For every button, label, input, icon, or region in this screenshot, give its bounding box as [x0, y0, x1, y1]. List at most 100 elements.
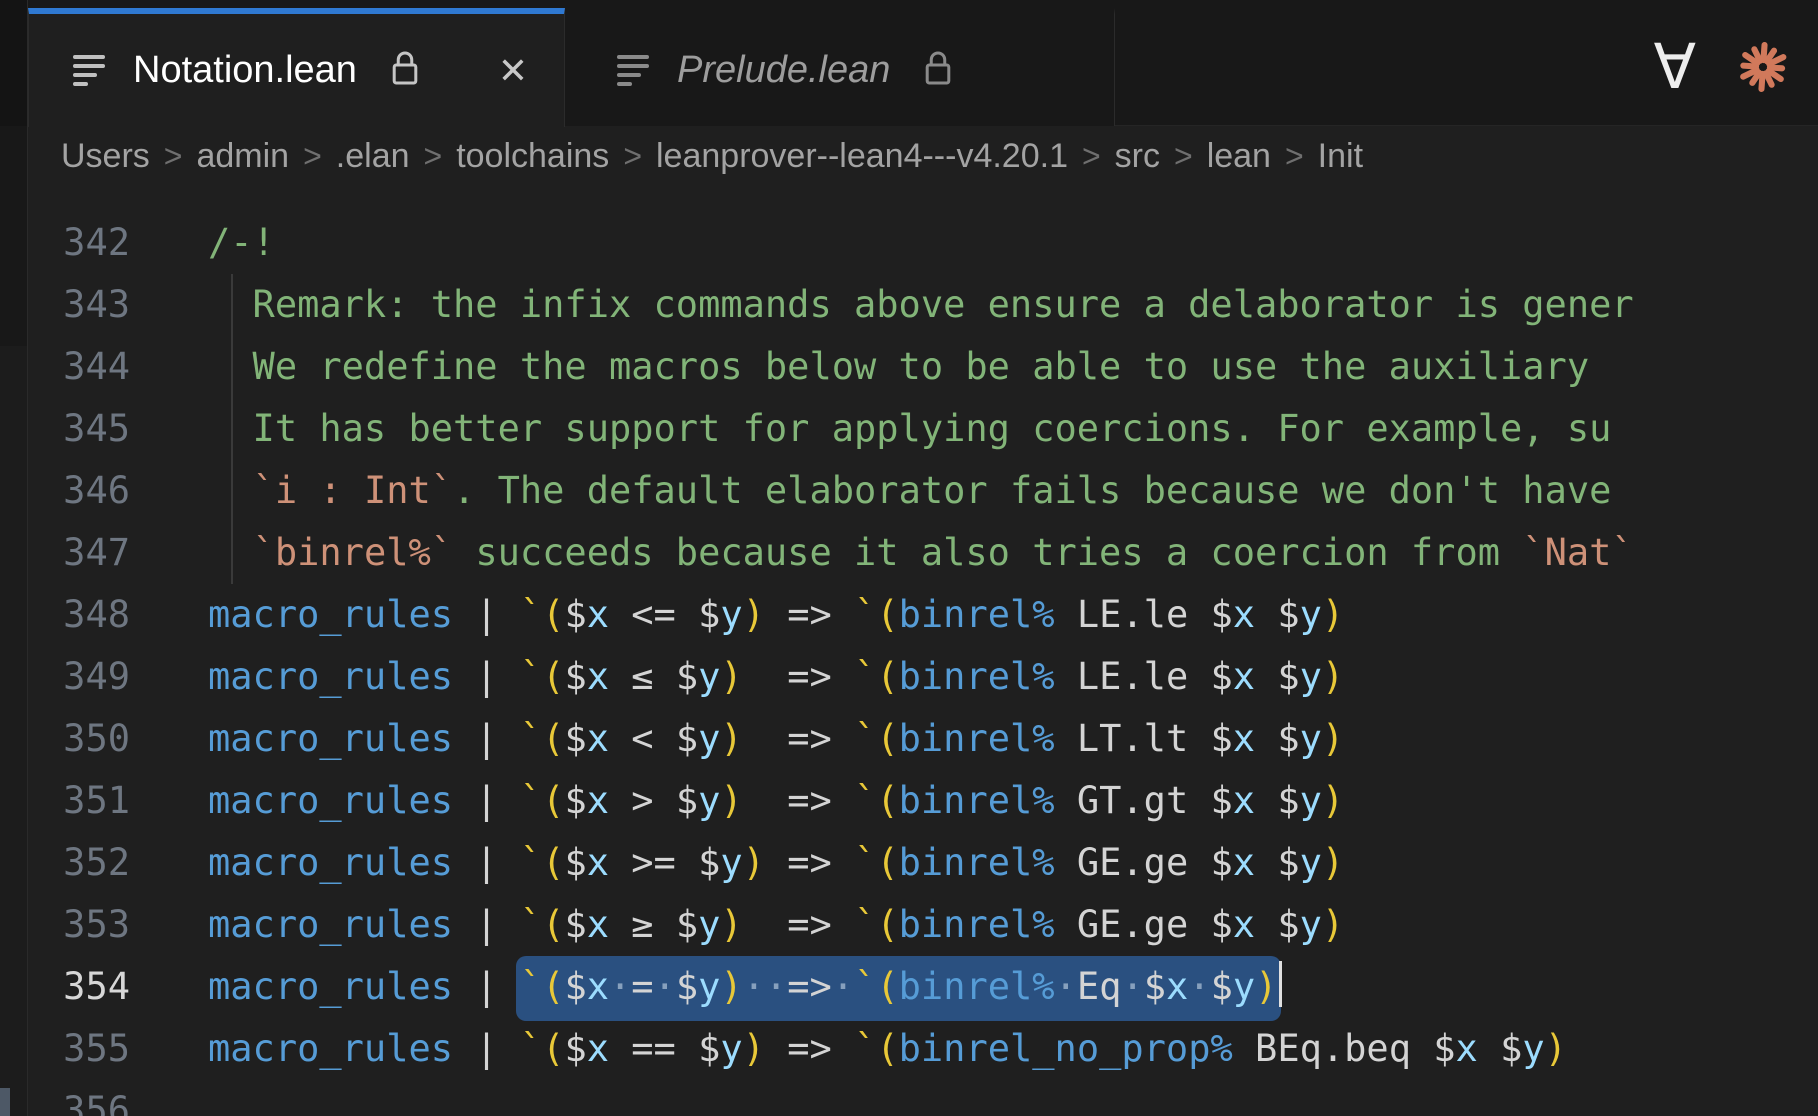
- line-number[interactable]: 350: [28, 708, 130, 770]
- token: y: [1233, 965, 1255, 1008]
- breadcrumb-item[interactable]: lean: [1207, 137, 1271, 176]
- code-line-352[interactable]: 352macro_rules | `($x >= $y) => `(binrel…: [28, 832, 1818, 894]
- code-line-347[interactable]: 347 `binrel%` succeeds because it also t…: [28, 522, 1818, 584]
- token: x: [587, 655, 609, 698]
- code-line-content: Remark: the infix commands above ensure …: [208, 274, 1634, 336]
- line-number[interactable]: 347: [28, 522, 130, 584]
- code-line-346[interactable]: 346 `i : Int`. The default elaborator fa…: [28, 460, 1818, 522]
- code-line-345[interactable]: 345 It has better support for applying c…: [28, 398, 1818, 460]
- code-line-content: macro_rules | `($x·=·$y)··=>·`(binrel%·E…: [208, 956, 1282, 1018]
- token: We redefine the macros below to be able …: [208, 345, 1611, 388]
- code-line-354[interactable]: 354macro_rules | `($x·=·$y)··=>·`(binrel…: [28, 956, 1818, 1018]
- code-line-353[interactable]: 353macro_rules | `($x ≥ $y) => `(binrel%…: [28, 894, 1818, 956]
- token: |: [453, 965, 520, 1008]
- line-number[interactable]: 349: [28, 646, 130, 708]
- breadcrumb-item[interactable]: Init: [1318, 137, 1363, 176]
- code-line-349[interactable]: 349macro_rules | `($x ≤ $y) => `(binrel%…: [28, 646, 1818, 708]
- code-line-content: `i : Int`. The default elaborator fails …: [208, 460, 1611, 522]
- line-number[interactable]: 345: [28, 398, 130, 460]
- code-line-342[interactable]: 342/-!: [28, 212, 1818, 274]
- token: GE.ge: [1055, 903, 1211, 946]
- line-number[interactable]: 346: [28, 460, 130, 522]
- token: binrel%: [899, 903, 1055, 946]
- token: $: [1277, 655, 1299, 698]
- line-number[interactable]: 352: [28, 832, 130, 894]
- code-line-355[interactable]: 355macro_rules | `($x == $y) => `(binrel…: [28, 1018, 1818, 1080]
- starburst-icon[interactable]: [1734, 38, 1792, 96]
- token: LT.lt: [1055, 717, 1211, 760]
- token: y: [698, 965, 720, 1008]
- line-number[interactable]: 354: [28, 956, 130, 1018]
- chevron-right-icon: >: [1285, 138, 1304, 175]
- token: ): [1322, 717, 1344, 760]
- token: [1255, 717, 1277, 760]
- token: x: [1233, 655, 1255, 698]
- token: x: [1233, 903, 1255, 946]
- token: x: [587, 841, 609, 884]
- token: `(: [520, 593, 565, 636]
- token: `(: [520, 841, 565, 884]
- breadcrumb-item[interactable]: leanprover--lean4---v4.20.1: [656, 137, 1068, 176]
- breadcrumb-item[interactable]: src: [1115, 137, 1160, 176]
- line-number[interactable]: 351: [28, 770, 130, 832]
- chevron-right-icon: >: [1082, 138, 1101, 175]
- token: $: [1500, 1027, 1522, 1070]
- text-cursor: [1279, 961, 1282, 1007]
- token: Remark: the infix commands above ensure …: [208, 283, 1634, 326]
- line-number[interactable]: 356: [28, 1080, 130, 1116]
- token: x: [587, 779, 609, 822]
- tab-notation-lean[interactable]: Notation.lean ✕: [28, 8, 565, 127]
- breadcrumb-item[interactable]: toolchains: [456, 137, 609, 176]
- breadcrumb-item[interactable]: Users: [61, 137, 150, 176]
- token: ·: [1055, 965, 1077, 1008]
- line-number[interactable]: 353: [28, 894, 130, 956]
- token: Eq: [1077, 965, 1122, 1008]
- line-number[interactable]: 343: [28, 274, 130, 336]
- token: macro_rules: [208, 593, 453, 636]
- token: |: [453, 593, 520, 636]
- token: [1255, 593, 1277, 636]
- token: `(: [854, 1027, 899, 1070]
- token: <: [609, 717, 676, 760]
- file-icon: [73, 51, 109, 91]
- token: =: [631, 965, 653, 1008]
- token: $: [564, 965, 586, 1008]
- selection-highlight: `($x·=·$y)··=>·`(binrel%·Eq·$x·$y): [516, 956, 1282, 1021]
- code-editor[interactable]: 342/-!343 Remark: the infix commands abo…: [28, 186, 1818, 1116]
- code-line-343[interactable]: 343 Remark: the infix commands above ens…: [28, 274, 1818, 336]
- token: y: [1300, 717, 1322, 760]
- line-number[interactable]: 355: [28, 1018, 130, 1080]
- code-line-344[interactable]: 344 We redefine the macros below to be a…: [28, 336, 1818, 398]
- tab-prelude-lean[interactable]: Prelude.lean: [565, 8, 1115, 126]
- token: $: [564, 841, 586, 884]
- token: >: [609, 779, 676, 822]
- token: y: [698, 717, 720, 760]
- token: $: [1211, 903, 1233, 946]
- token: x: [1233, 779, 1255, 822]
- close-icon[interactable]: ✕: [498, 53, 528, 89]
- token: ): [720, 779, 742, 822]
- token: ): [1255, 965, 1277, 1008]
- token: ==: [609, 1027, 698, 1070]
- code-line-350[interactable]: 350macro_rules | `($x < $y) => `(binrel%…: [28, 708, 1818, 770]
- token: |: [453, 841, 520, 884]
- line-number[interactable]: 348: [28, 584, 130, 646]
- token: ): [1545, 1027, 1567, 1070]
- code-line-351[interactable]: 351macro_rules | `($x > $y) => `(binrel%…: [28, 770, 1818, 832]
- token: =>: [765, 593, 854, 636]
- token: $: [1211, 841, 1233, 884]
- code-line-content: macro_rules | `($x <= $y) => `(binrel% L…: [208, 584, 1344, 646]
- chevron-right-icon: >: [623, 138, 642, 175]
- line-number[interactable]: 342: [28, 212, 130, 274]
- token: $: [1211, 717, 1233, 760]
- token: |: [453, 1027, 520, 1070]
- code-line-356[interactable]: 356: [28, 1080, 1818, 1116]
- breadcrumb-item[interactable]: admin: [196, 137, 289, 176]
- token: y: [1300, 655, 1322, 698]
- token: binrel_no_prop%: [899, 1027, 1233, 1070]
- line-number[interactable]: 344: [28, 336, 130, 398]
- code-line-348[interactable]: 348 macro_rules | `($x <= $y) => `(binrel…: [28, 584, 1818, 646]
- token: $: [564, 655, 586, 698]
- breadcrumb-item[interactable]: .elan: [336, 137, 410, 176]
- forall-icon[interactable]: ∀: [1654, 36, 1696, 98]
